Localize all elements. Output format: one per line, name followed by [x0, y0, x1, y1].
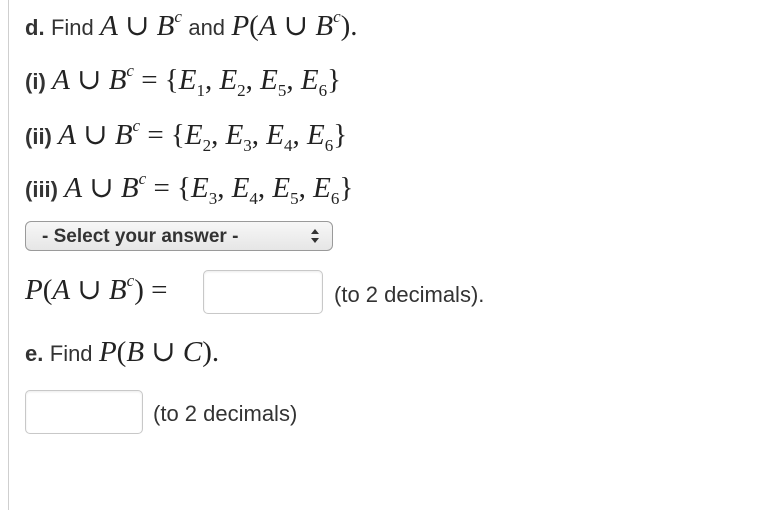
- part-e-label: e.: [25, 341, 44, 366]
- option-i: (i) A ∪ Bc = {E1, E2, E5, E6}: [25, 61, 342, 101]
- option-i-expression: A ∪ Bc = {E1, E2, E5, E6}: [52, 61, 342, 100]
- option-iii-label: (iii): [25, 177, 58, 202]
- option-iii: (iii) A ∪ Bc = {E3, E4, E5, E6}: [25, 169, 354, 209]
- prob-e-input[interactable]: [25, 390, 143, 434]
- part-d-and: and: [188, 15, 226, 40]
- prob-d-suffix: (to 2 decimals).: [334, 282, 485, 307]
- left-border: [8, 0, 9, 510]
- prob-d-expression: P(A ∪ Bc) =: [25, 271, 168, 306]
- part-d-prompt: d. Find A ∪ Bc and P(A ∪ Bc).: [25, 7, 358, 43]
- option-i-label: (i): [25, 69, 46, 94]
- part-e-expression: P(B ∪ C).: [98, 336, 220, 368]
- set-expression: A ∪ Bc: [100, 7, 182, 42]
- prob-d-input[interactable]: [203, 270, 323, 314]
- prob-e-suffix: (to 2 decimals): [153, 401, 298, 426]
- probability-expression: P(A ∪ Bc).: [231, 7, 358, 42]
- select-arrows-icon: [311, 229, 319, 243]
- option-iii-expression: A ∪ Bc = {E3, E4, E5, E6}: [64, 169, 354, 208]
- part-d-find: Find: [50, 15, 94, 40]
- answer-select[interactable]: - Select your answer -: [25, 221, 333, 251]
- part-d-label: d.: [25, 15, 45, 40]
- part-e-find: Find: [49, 341, 93, 366]
- part-e-prompt: e. Find P(B ∪ C).: [25, 334, 219, 369]
- prob-d-row: P(A ∪ Bc) =: [25, 271, 168, 307]
- option-ii: (ii) A ∪ Bc = {E2, E3, E4, E6}: [25, 116, 348, 156]
- option-ii-expression: A ∪ Bc = {E2, E3, E4, E6}: [58, 116, 348, 155]
- option-ii-label: (ii): [25, 124, 52, 149]
- answer-select-value: - Select your answer -: [42, 226, 239, 247]
